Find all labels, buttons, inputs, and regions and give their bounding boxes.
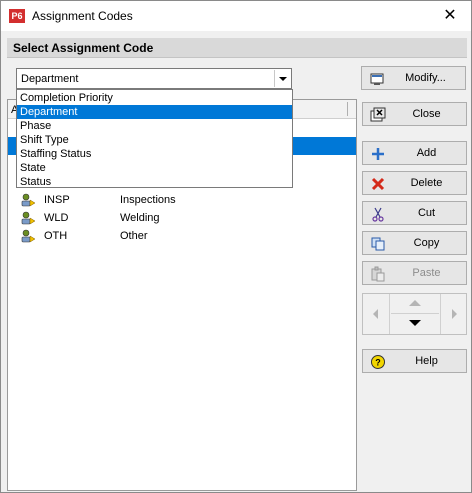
move-left-button[interactable] <box>363 294 390 334</box>
delete-icon <box>371 177 385 191</box>
move-arrows-group <box>362 293 467 335</box>
add-label: Add <box>416 147 437 159</box>
row-code: INSP <box>44 194 70 206</box>
dropdown-option[interactable]: Phase <box>17 119 292 133</box>
help-icon: ? <box>371 355 385 369</box>
row-description: Welding <box>120 212 160 224</box>
add-icon <box>372 148 384 160</box>
close-window-icon <box>370 107 386 122</box>
copy-button[interactable]: Copy <box>362 231 467 255</box>
combo-selected-value: Department <box>21 73 79 85</box>
code-value-icon <box>21 193 36 207</box>
move-up-button[interactable] <box>391 294 439 314</box>
row-code: WLD <box>44 212 69 224</box>
row-code: OTH <box>44 230 68 242</box>
dropdown-option-selected[interactable]: Department <box>17 105 292 119</box>
modify-button[interactable]: Modify... <box>361 66 466 90</box>
arrow-up-icon <box>409 300 421 306</box>
add-button[interactable]: Add <box>362 141 467 165</box>
assignment-code-dropdown-list[interactable]: Completion Priority Department Phase Shi… <box>16 89 293 188</box>
paste-icon <box>371 266 385 282</box>
dropdown-option[interactable]: State <box>17 161 292 175</box>
title-bar: P6 Assignment Codes ✕ <box>1 1 471 31</box>
code-value-icon <box>21 211 36 225</box>
help-label: Help <box>415 355 438 367</box>
row-description: Other <box>120 230 148 242</box>
dropdown-option[interactable]: Completion Priority <box>17 91 292 105</box>
svg-text:?: ? <box>375 358 381 368</box>
copy-label: Copy <box>413 237 440 249</box>
row-description: Inspections <box>120 194 176 206</box>
close-label: Close <box>412 108 441 120</box>
dropdown-option[interactable]: Staffing Status <box>17 147 292 161</box>
dropdown-option[interactable]: Status <box>17 175 292 189</box>
dropdown-option[interactable]: Shift Type <box>17 133 292 147</box>
delete-button[interactable]: Delete <box>362 171 467 195</box>
move-right-button[interactable] <box>440 294 467 334</box>
help-button[interactable]: ? Help <box>362 349 467 373</box>
column-divider[interactable] <box>347 102 348 116</box>
close-button[interactable]: Close <box>362 102 467 126</box>
paste-button[interactable]: Paste <box>362 261 467 285</box>
arrow-left-icon <box>373 309 378 319</box>
move-down-button[interactable] <box>391 314 439 334</box>
table-row[interactable]: WLD Welding <box>8 209 356 227</box>
assignment-code-select[interactable]: Department <box>16 68 292 89</box>
arrow-right-icon <box>452 309 457 319</box>
table-row[interactable]: INSP Inspections <box>8 191 356 209</box>
cut-label: Cut <box>417 207 436 219</box>
assignment-codes-window: P6 Assignment Codes ✕ Select Assignment … <box>0 0 472 493</box>
arrow-down-icon <box>409 320 421 326</box>
chevron-down-icon[interactable] <box>274 70 290 87</box>
code-value-icon <box>21 229 36 243</box>
paste-label: Paste <box>412 267 441 279</box>
scissors-icon <box>372 207 384 222</box>
cut-button[interactable]: Cut <box>362 201 467 225</box>
window-close-button[interactable]: ✕ <box>433 3 467 29</box>
delete-label: Delete <box>410 177 443 189</box>
section-header: Select Assignment Code <box>7 38 467 58</box>
modify-icon <box>370 73 384 85</box>
p6-app-icon: P6 <box>9 9 25 23</box>
table-row[interactable]: OTH Other <box>8 227 356 245</box>
copy-icon <box>371 237 385 251</box>
window-title: Assignment Codes <box>32 9 133 23</box>
modify-label: Modify... <box>405 72 446 84</box>
